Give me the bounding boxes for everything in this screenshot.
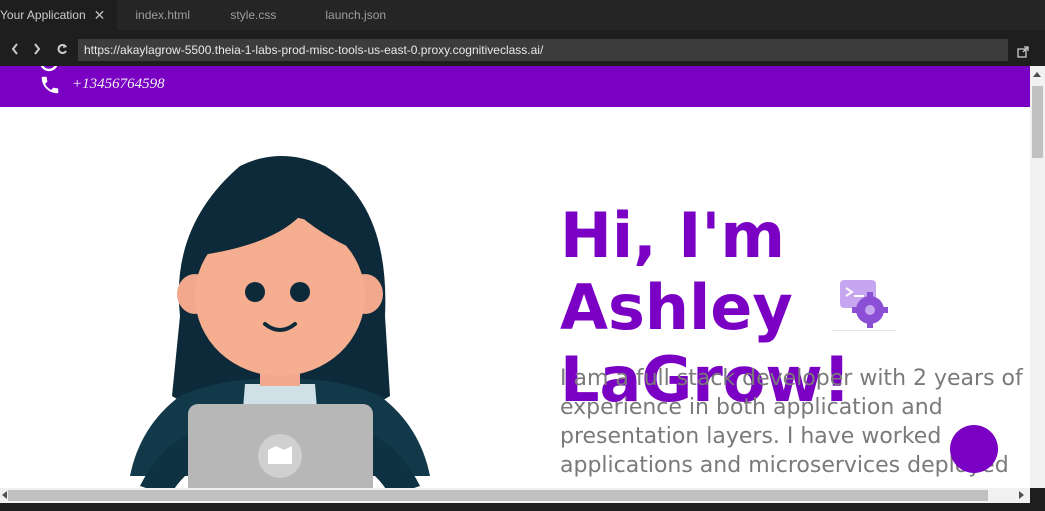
hero-title-line1: Hi, I'm Ashley — [560, 199, 793, 344]
vertical-scrollbar[interactable] — [1030, 66, 1045, 488]
vertical-scrollbar-thumb[interactable] — [1032, 86, 1043, 158]
phone-number[interactable]: +13456764598 — [72, 76, 165, 93]
floating-action-button[interactable] — [950, 425, 998, 473]
scroll-right-arrow-icon[interactable] — [1019, 491, 1024, 499]
phone-icon — [38, 74, 64, 98]
code-gear-icon — [832, 278, 896, 334]
horizontal-scrollbar-thumb[interactable] — [8, 490, 988, 501]
chevron-right-icon[interactable] — [30, 42, 44, 58]
bottom-bar — [0, 503, 1045, 511]
tab-bar: Your Application ✕ index.html style.css … — [0, 0, 1045, 30]
location-icon — [40, 66, 58, 72]
horizontal-scrollbar[interactable] — [0, 488, 1030, 503]
scroll-up-arrow-icon[interactable] — [1033, 72, 1041, 77]
tab-style-css[interactable]: style.css — [218, 0, 313, 30]
tab-launch-json[interactable]: launch.json — [313, 0, 413, 30]
url-input[interactable]: https://akaylagrow-5500.theia-1-labs-pro… — [78, 39, 1008, 61]
contact-header: +13456764598 — [0, 66, 1030, 107]
developer-avatar-illustration — [100, 146, 460, 488]
tab-index-html[interactable]: index.html — [123, 0, 218, 30]
page-viewport: +13456764598 Hi, I'm Ashley LaGrow! I am… — [0, 66, 1030, 488]
tab-label: launch.json — [325, 8, 387, 22]
tab-label: index.html — [135, 8, 191, 22]
chevron-left-icon[interactable] — [8, 42, 22, 58]
tab-label: style.css — [230, 8, 277, 22]
tab-label: Your Application — [0, 8, 86, 22]
scroll-left-arrow-icon[interactable] — [2, 491, 7, 499]
tab-your-application[interactable]: Your Application ✕ — [0, 0, 118, 30]
close-icon[interactable]: ✕ — [94, 7, 106, 24]
external-link-icon[interactable] — [1017, 43, 1031, 58]
reload-icon[interactable] — [55, 42, 69, 58]
